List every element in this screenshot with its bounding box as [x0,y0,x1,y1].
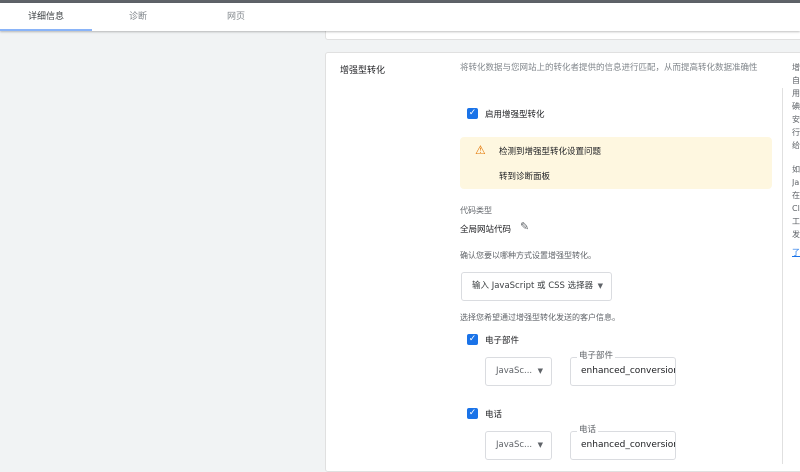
section-title: 增强型转化 [340,66,386,76]
side-panel-line: 自 [792,76,800,85]
settings-card [325,52,800,472]
side-panel-text-1: 增自用碘安行给 [792,61,800,152]
phone-input-label: 电话 [577,425,599,436]
warning-triangle-icon: ⚠ [475,143,486,157]
tab-details[interactable]: 详细信息 [0,3,92,31]
side-panel-text-2: 如 Ja 在 Cl 工发 [792,163,800,241]
email-checkbox[interactable]: ✓ [467,334,478,345]
phone-input-value: enhanced_conversior [581,440,675,450]
tab-diagnostics[interactable]: 诊断 [92,3,184,31]
side-panel-line: 给 [792,141,800,150]
diagnostics-link[interactable]: 转到诊断面板 [499,170,550,182]
code-type-value: 全局网站代码 [460,225,512,235]
phone-label: 电话 [485,410,503,420]
customer-info-prompt: 选择您希望通过增强型转化发送的客户信息。 [460,313,620,322]
side-panel-line: Ja [792,178,800,187]
side-panel-line: 发 [792,230,800,239]
caret-down-icon: ▼ [597,282,603,290]
side-panel-line: 如 [792,165,800,174]
phone-checkbox[interactable]: ✓ [467,408,478,419]
side-panel-line: 增 [792,63,800,72]
method-select[interactable]: 输入 JavaScript 或 CSS 选择器 ▼ [461,272,612,301]
code-type-label: 代码类型 [460,206,492,215]
side-panel-link[interactable]: 了 [792,246,800,259]
email-input-label: 电子部件 [577,351,616,362]
phone-selector-input[interactable]: 电话 enhanced_conversior [570,425,676,460]
caret-down-icon: ▼ [537,367,543,375]
warning-message: 检测到增强型转化设置问题 [499,147,602,157]
side-panel-line: Cl [792,204,800,213]
email-type-select[interactable]: JavaSc... ▼ [485,357,552,386]
enable-enhanced-label: 启用增强型转化 [485,110,545,120]
email-type-value: JavaSc... [496,366,533,376]
email-selector-input[interactable]: 电子部件 enhanced_conversior [570,351,676,386]
tab-bar: 详细信息 诊断 网页 [0,3,800,31]
side-panel-line: 碘 [792,102,800,111]
method-select-value: 输入 JavaScript 或 CSS 选择器 [472,281,594,291]
email-input-value: enhanced_conversior [581,366,675,376]
side-panel-line: 工 [792,217,800,226]
caret-down-icon: ▼ [537,441,543,449]
side-panel-line: 在 [792,191,800,200]
email-label: 电子部件 [485,336,520,346]
phone-type-value: JavaSc... [496,440,533,450]
pencil-icon[interactable]: ✎ [520,220,529,233]
phone-type-select[interactable]: JavaSc... ▼ [485,431,552,460]
side-panel-line: 用 [792,89,800,98]
side-panel-divider [782,88,783,464]
method-prompt: 确认您要以哪种方式设置增强型转化。 [460,251,596,260]
side-panel-line: 安 [792,115,800,124]
tab-webpages[interactable]: 网页 [190,3,282,31]
enable-enhanced-checkbox[interactable]: ✓ [467,108,478,119]
section-description: 将转化数据与您网站上的转化者提供的信息进行匹配，从而提高转化数据准确性 [460,63,758,73]
side-panel-line: 行 [792,128,800,137]
